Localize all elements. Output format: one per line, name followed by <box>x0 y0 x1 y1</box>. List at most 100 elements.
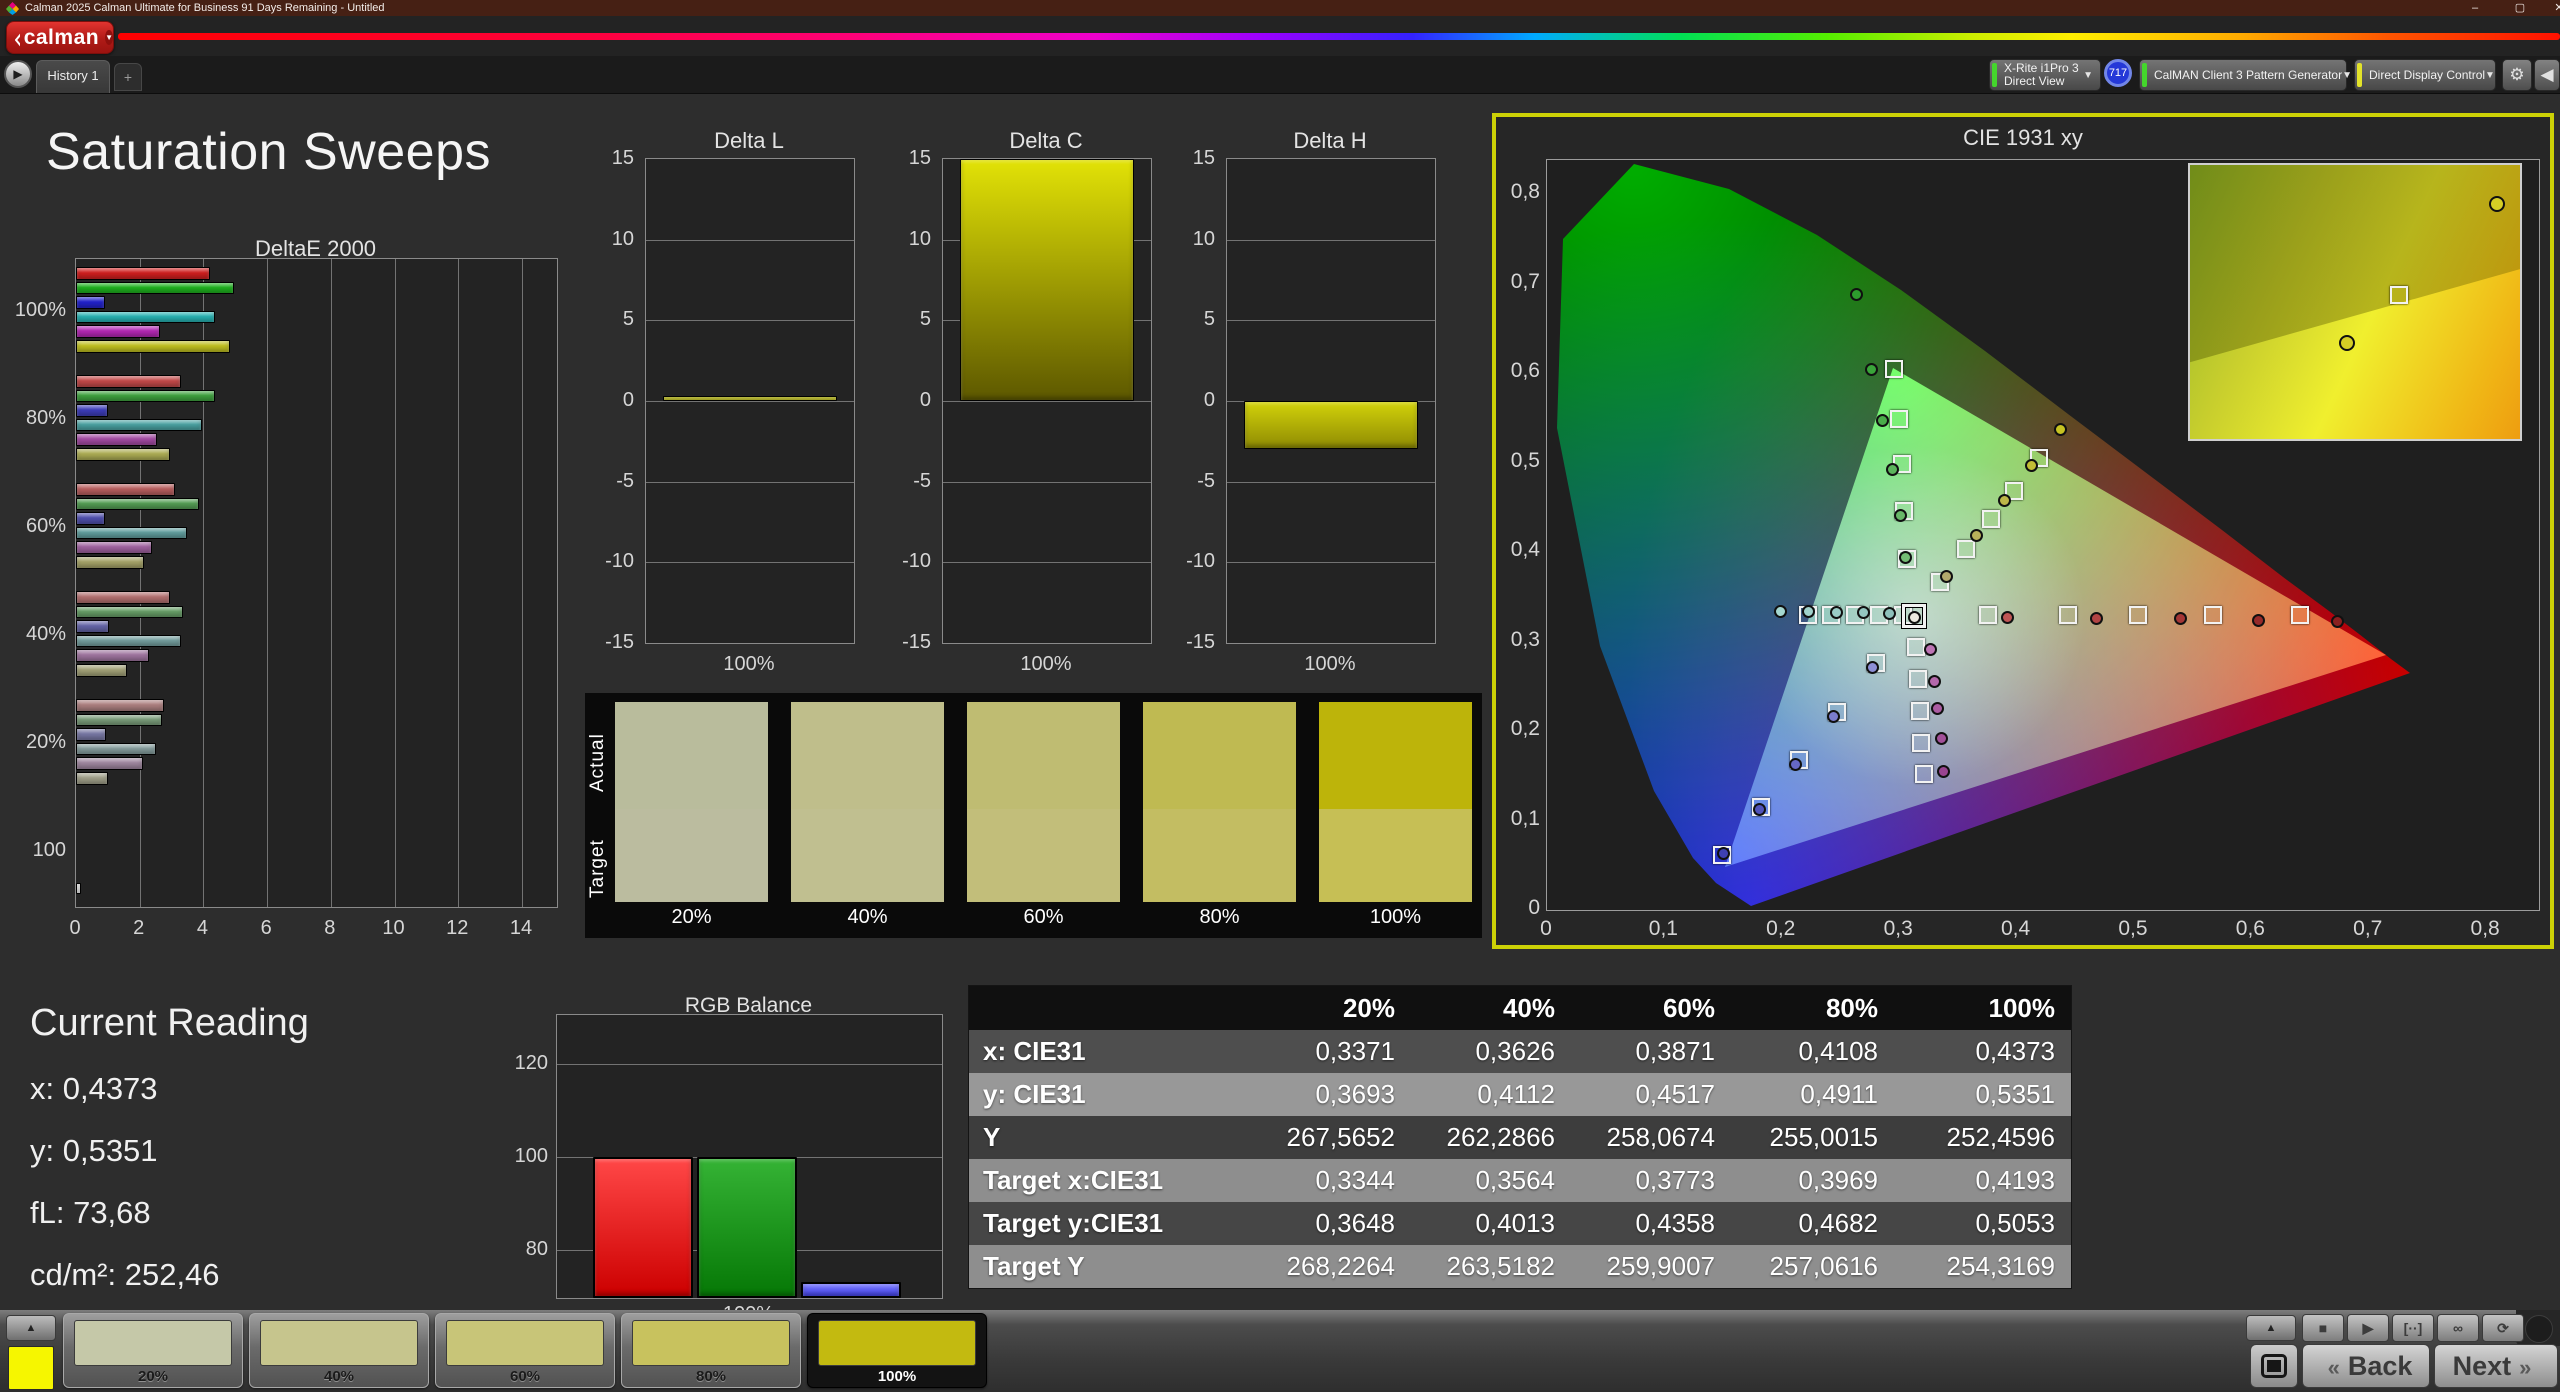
group-label: 20% <box>0 730 66 754</box>
next-button[interactable]: Next» <box>2434 1344 2558 1388</box>
play-button[interactable]: ▶ <box>2347 1314 2389 1342</box>
table-cell: 0,4013 <box>1411 1202 1571 1245</box>
meter-dropdown[interactable]: X-Rite i1Pro 3 Direct View ▼ <box>1989 59 2101 91</box>
reading-y: y: 0,5351 <box>30 1133 309 1169</box>
pattern-button-40%[interactable]: 40% <box>249 1313 429 1388</box>
calman-logo-label: calman <box>24 26 99 50</box>
delta-c-plot-area <box>942 158 1152 644</box>
actual-row-label: Actual <box>587 707 611 819</box>
chart-title: CIE 1931 xy <box>1496 125 2550 151</box>
y-axis-tick-label: 0,7 <box>1498 270 1540 294</box>
table-cell: 263,5182 <box>1411 1245 1571 1288</box>
calman-menu-button[interactable]: calman ▼ <box>6 21 114 54</box>
chart-title: Delta L <box>645 128 853 154</box>
table-cell: 0,4373 <box>1894 1030 2071 1073</box>
gridline <box>943 401 1151 402</box>
reading-x: x: 0,4373 <box>30 1071 309 1107</box>
x-axis-tick-label: 0,2 <box>1757 917 1805 941</box>
chevron-down-icon: ▼ <box>2485 70 2495 81</box>
cie-measured-marker <box>2001 611 2014 624</box>
pattern-button-20%[interactable]: 20% <box>63 1313 243 1388</box>
x-axis-tick-label: 0,3 <box>1874 917 1922 941</box>
pattern-button-80%[interactable]: 80% <box>621 1313 801 1388</box>
cie-measured-marker <box>1717 847 1730 860</box>
y-axis-tick-label: -15 <box>580 630 634 654</box>
group-label: 100 <box>0 838 66 862</box>
target-swatch-80% <box>1143 809 1296 902</box>
table-cell: 257,0616 <box>1731 1245 1894 1288</box>
target-row-label: Target <box>587 819 611 919</box>
calman-app-window: Calman 2025 Calman Ultimate for Business… <box>0 0 2560 1392</box>
cie-measured-marker <box>1886 463 1899 476</box>
pattern-swatch <box>632 1320 790 1366</box>
deltae-bar <box>76 404 108 417</box>
column-header: 40% <box>1411 986 1571 1030</box>
display-mode-button[interactable] <box>2250 1344 2298 1388</box>
tab-history-1[interactable]: History 1 <box>36 60 110 93</box>
single-measure-button[interactable]: [··] <box>2392 1314 2434 1342</box>
expand-transport-button[interactable]: ▲ <box>2246 1315 2296 1341</box>
group-label: 60% <box>0 514 66 538</box>
table-cell: 0,3564 <box>1411 1159 1571 1202</box>
pattern-generator-dropdown[interactable]: CalMAN Client 3 Pattern Generator ▼ <box>2139 59 2347 91</box>
x-axis-tick-label: 14 <box>505 916 537 940</box>
y-axis-tick-label: -10 <box>877 549 931 573</box>
stop-button[interactable]: ■ <box>2302 1314 2344 1342</box>
table-cell: 259,9007 <box>1571 1245 1731 1288</box>
display-control-dropdown[interactable]: Direct Display Control ▼ <box>2354 59 2496 91</box>
group-label: 80% <box>0 406 66 430</box>
delta_h-bar <box>1244 401 1419 449</box>
table-cell: 0,5053 <box>1894 1202 2071 1245</box>
cie-measured-marker <box>1866 661 1879 674</box>
x-axis-label: 100% <box>1226 652 1434 676</box>
gridline <box>395 259 396 907</box>
x-axis-tick-label: 0,4 <box>1992 917 2040 941</box>
y-axis-tick-label: 10 <box>580 227 634 251</box>
x-axis-tick-label: 12 <box>441 916 473 940</box>
pattern-button-100%[interactable]: 100% <box>807 1313 987 1388</box>
x-axis-tick-label: 0,5 <box>2109 917 2157 941</box>
x-axis-tick-label: 0,1 <box>1639 917 1687 941</box>
chevron-down-icon: ▼ <box>2083 70 2093 81</box>
cie-target-marker <box>1885 360 1903 378</box>
display-icon <box>2261 1354 2287 1378</box>
delta-c-chart: Delta C 100% 151050-5-10-15 <box>877 128 1167 688</box>
chart-title: Delta H <box>1226 128 1434 154</box>
status-dot <box>2525 1315 2553 1343</box>
gridline <box>1227 320 1435 321</box>
add-tab-button[interactable]: + <box>114 63 142 91</box>
cie-target-marker <box>1957 540 1975 558</box>
display-status-accent <box>2357 63 2362 87</box>
deltae-bar <box>76 743 156 756</box>
actual-target-swatch-strip: ActualTarget20%40%60%80%100% <box>585 693 1482 938</box>
table-cell: 268,2264 <box>1251 1245 1411 1288</box>
back-button[interactable]: «Back <box>2302 1344 2430 1388</box>
display-control-label: Direct Display Control <box>2369 69 2485 82</box>
row-label: y: CIE31 <box>969 1073 1251 1116</box>
pattern-button-60%[interactable]: 60% <box>435 1313 615 1388</box>
continuous-measure-button[interactable]: ∞ <box>2437 1314 2479 1342</box>
collapse-panel-button[interactable]: ◀ <box>2534 59 2560 91</box>
settings-gear-button[interactable]: ⚙ <box>2502 59 2532 91</box>
table-row: Target Y268,2264263,5182259,9007257,0616… <box>969 1245 2071 1288</box>
y-axis-tick-label: 120 <box>500 1051 548 1075</box>
y-axis-tick-label: 15 <box>877 146 931 170</box>
cie-measured-marker <box>1899 551 1912 564</box>
y-axis-tick-label: 0,1 <box>1498 807 1540 831</box>
table-corner-cell <box>969 986 1251 1030</box>
deltae-bar <box>76 591 170 604</box>
x-axis-tick-label: 0 <box>59 916 91 940</box>
maximize-button[interactable]: ▢ <box>2505 0 2535 16</box>
cie-target-marker <box>1915 765 1933 783</box>
y-axis-tick-label: 0,8 <box>1498 180 1540 204</box>
column-header: 20% <box>1251 986 1411 1030</box>
y-axis-tick-label: -5 <box>877 469 931 493</box>
refresh-button[interactable]: ⟳ <box>2482 1314 2524 1342</box>
gridline <box>267 259 268 907</box>
y-axis-tick-label: 80 <box>500 1237 548 1261</box>
run-button[interactable]: ▶ <box>4 60 32 88</box>
close-button[interactable]: ✕ <box>2544 0 2560 16</box>
calman-diamond-icon <box>15 25 20 51</box>
minimize-button[interactable]: – <box>2460 0 2490 16</box>
rgb-bar-R <box>593 1157 693 1298</box>
